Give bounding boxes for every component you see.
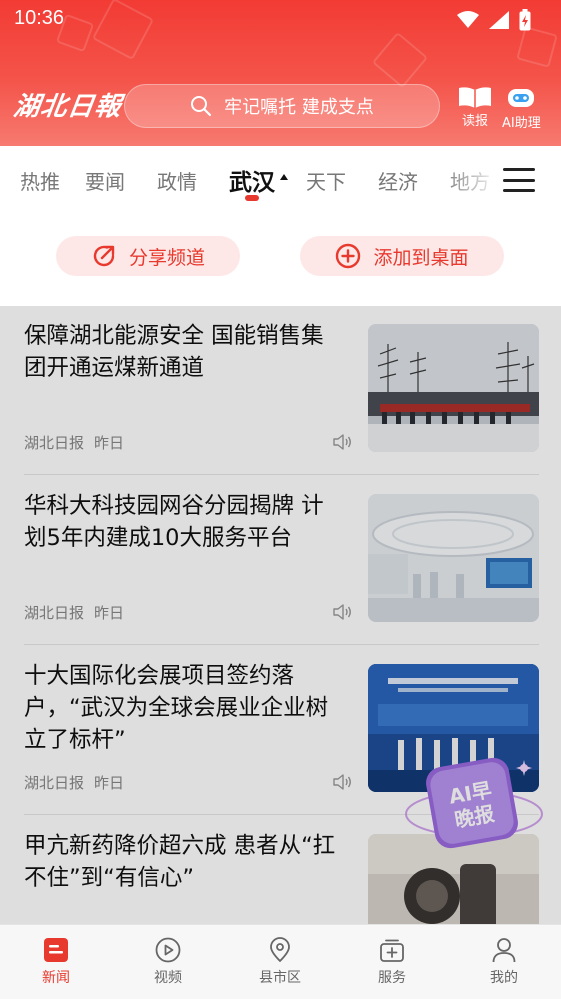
ai-assistant-label: AI助理 xyxy=(502,116,541,131)
share-channel-button[interactable]: 分享频道 xyxy=(56,236,240,276)
add-to-desktop-label: 添加到桌面 xyxy=(373,246,469,269)
nav-services-label: 服务 xyxy=(378,970,406,986)
news-title: 华科大科技园网谷分园揭牌 计划5年内建成10大服务平台 xyxy=(24,493,324,551)
bottom-navigation: 新闻 视频 县市区 服务 我的 xyxy=(0,924,561,999)
search-placeholder: 牢记嘱托 建成支点 xyxy=(224,97,374,118)
nav-services[interactable]: 服务 xyxy=(352,937,432,987)
news-source: 湖北日报 xyxy=(24,434,85,452)
app-header: 10:36 湖北日報 牢记嘱托 建成支点 读报 AI助理 xyxy=(0,0,561,146)
news-time: 昨日 xyxy=(94,604,125,622)
tab-caret-icon xyxy=(280,174,288,180)
audio-icon[interactable] xyxy=(332,434,352,450)
news-thumbnail xyxy=(368,494,539,622)
channel-menu-button[interactable] xyxy=(503,168,535,192)
status-time: 10:36 xyxy=(14,7,65,29)
tab-politics[interactable]: 政情 xyxy=(157,166,197,195)
news-title: 十大国际化会展项目签约落户，“武汉为全球会展业企业树立了标杆” xyxy=(24,663,329,753)
news-item[interactable]: 保障湖北能源安全 国能销售集团开通运煤新通道 湖北日报 昨日 xyxy=(0,306,561,476)
nav-profile[interactable]: 我的 xyxy=(464,937,544,987)
ai-assistant-button[interactable]: AI助理 xyxy=(502,86,541,131)
add-circle-icon xyxy=(336,243,361,269)
tab-hot[interactable]: 热推 xyxy=(20,166,60,195)
nav-news-label: 新闻 xyxy=(42,970,70,986)
news-title: 保障湖北能源安全 国能销售集团开通运煤新通道 xyxy=(24,323,324,381)
tab-economy[interactable]: 经济 xyxy=(378,166,418,195)
news-time: 昨日 xyxy=(94,434,125,452)
signal-icon xyxy=(489,11,509,29)
app-logo: 湖北日報 xyxy=(11,92,124,122)
battery-icon xyxy=(519,9,531,31)
news-source: 湖北日报 xyxy=(24,774,85,792)
tab-world[interactable]: 天下 xyxy=(306,166,346,195)
news-meta: 湖北日报 昨日 xyxy=(24,772,124,793)
profile-icon xyxy=(492,938,516,963)
nav-video[interactable]: 视频 xyxy=(128,937,208,987)
news-time: 昨日 xyxy=(94,774,125,792)
read-paper-button[interactable]: 读报 xyxy=(458,86,492,129)
nav-counties[interactable]: 县市区 xyxy=(240,937,320,987)
search-bar[interactable]: 牢记嘱托 建成支点 xyxy=(124,84,440,128)
status-bar: 10:36 xyxy=(0,0,561,40)
service-icon xyxy=(380,939,404,962)
news-meta: 湖北日报 昨日 xyxy=(24,432,124,453)
video-icon xyxy=(155,937,181,963)
share-channel-label: 分享频道 xyxy=(128,246,205,269)
news-item[interactable]: 华科大科技园网谷分园揭牌 计划5年内建成10大服务平台 湖北日报 昨日 xyxy=(0,476,561,646)
location-icon xyxy=(270,937,290,962)
news-title: 甲亢新药降价超六成 患者从“扛不住”到“有信心” xyxy=(24,833,336,891)
tab-headlines[interactable]: 要闻 xyxy=(85,166,125,195)
add-to-desktop-button[interactable]: 添加到桌面 xyxy=(300,236,504,276)
audio-icon[interactable] xyxy=(332,604,352,620)
nav-counties-label: 县市区 xyxy=(259,970,301,986)
news-source: 湖北日报 xyxy=(24,604,85,622)
status-icons xyxy=(457,9,531,31)
search-icon xyxy=(191,96,212,117)
app-screen: 10:36 湖北日報 牢记嘱托 建成支点 读报 AI助理 热推 要闻 政情 武汉… xyxy=(0,0,561,999)
nav-video-label: 视频 xyxy=(154,970,182,986)
tab-wuhan[interactable]: 武汉 xyxy=(229,163,275,197)
news-icon xyxy=(44,938,68,962)
active-tab-indicator xyxy=(245,195,259,201)
robot-icon xyxy=(508,89,535,107)
share-icon xyxy=(93,245,115,267)
audio-icon[interactable] xyxy=(332,774,352,790)
news-feed: 保障湖北能源安全 国能销售集团开通运煤新通道 湖北日报 昨日 华科大科技园网谷分… xyxy=(0,306,561,924)
book-icon xyxy=(459,87,491,108)
nav-news[interactable]: 新闻 xyxy=(16,937,96,987)
wifi-icon xyxy=(457,11,479,28)
ai-daily-briefing-badge[interactable]: AI早 晚报 xyxy=(404,756,544,856)
channel-actions: 分享频道 添加到桌面 xyxy=(0,206,561,306)
nav-profile-label: 我的 xyxy=(490,970,518,986)
channel-tabs: 热推 要闻 政情 武汉 天下 经济 地方 xyxy=(0,146,561,206)
news-thumbnail xyxy=(368,324,539,452)
news-meta: 湖北日报 昨日 xyxy=(24,602,124,623)
read-paper-label: 读报 xyxy=(461,114,488,129)
